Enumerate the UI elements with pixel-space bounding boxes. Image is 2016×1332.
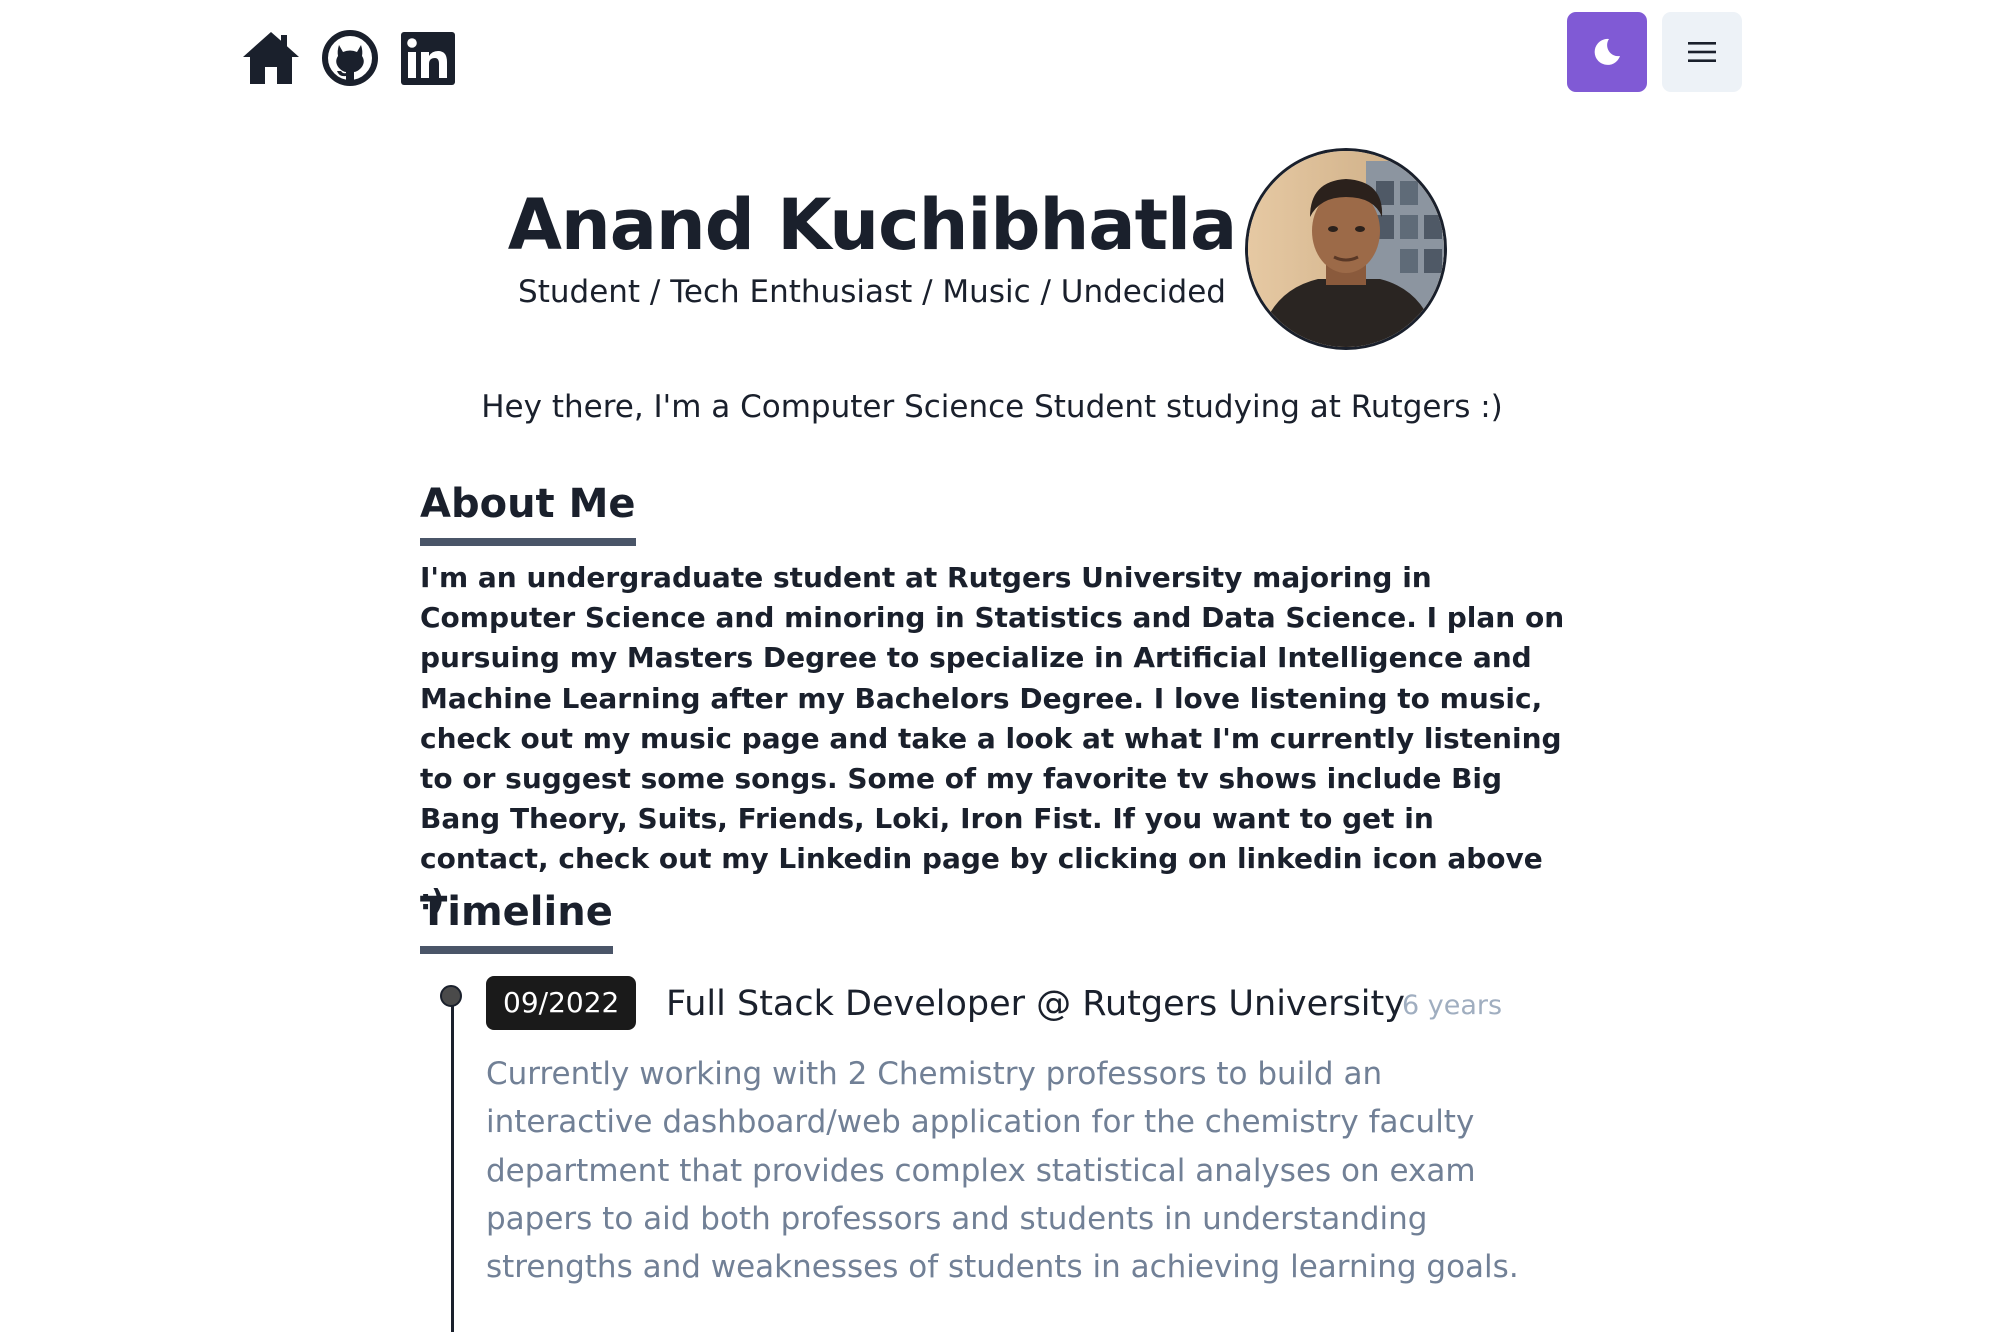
timeline-item-title: Full Stack Developer @ Rutgers Universit… <box>666 984 1405 1024</box>
page: Anand Kuchibhatla Student / Tech Enthusi… <box>0 0 2016 1332</box>
home-icon[interactable] <box>242 30 300 86</box>
timeline-line <box>451 988 454 1332</box>
social-nav <box>242 30 456 86</box>
menu-button[interactable] <box>1662 12 1742 92</box>
hero-name: Anand Kuchibhatla <box>507 184 1238 266</box>
timeline-date-badge: 09/2022 <box>486 976 637 1030</box>
moon-icon <box>1594 38 1620 65</box>
timeline-dot <box>440 985 462 1007</box>
avatar <box>1245 148 1447 350</box>
theme-toggle-button[interactable] <box>1567 12 1647 92</box>
linkedin-icon[interactable] <box>400 30 456 86</box>
about-text: I'm an undergraduate student at Rutgers … <box>420 561 1565 916</box>
github-icon[interactable] <box>322 30 378 86</box>
timeline-item-description: Currently working with 2 Chemistry profe… <box>486 1056 1519 1286</box>
hero-tagline: Student / Tech Enthusiast / Music / Unde… <box>518 274 1226 310</box>
timeline-heading: Timeline <box>420 886 613 954</box>
nav-actions <box>1567 12 1742 92</box>
intro-text: Hey there, I'm a Computer Science Studen… <box>481 389 1503 425</box>
hamburger-menu-icon <box>1688 42 1716 62</box>
about-heading: About Me <box>420 478 636 546</box>
timeline-item-duration: 6 years <box>1402 990 1503 1021</box>
